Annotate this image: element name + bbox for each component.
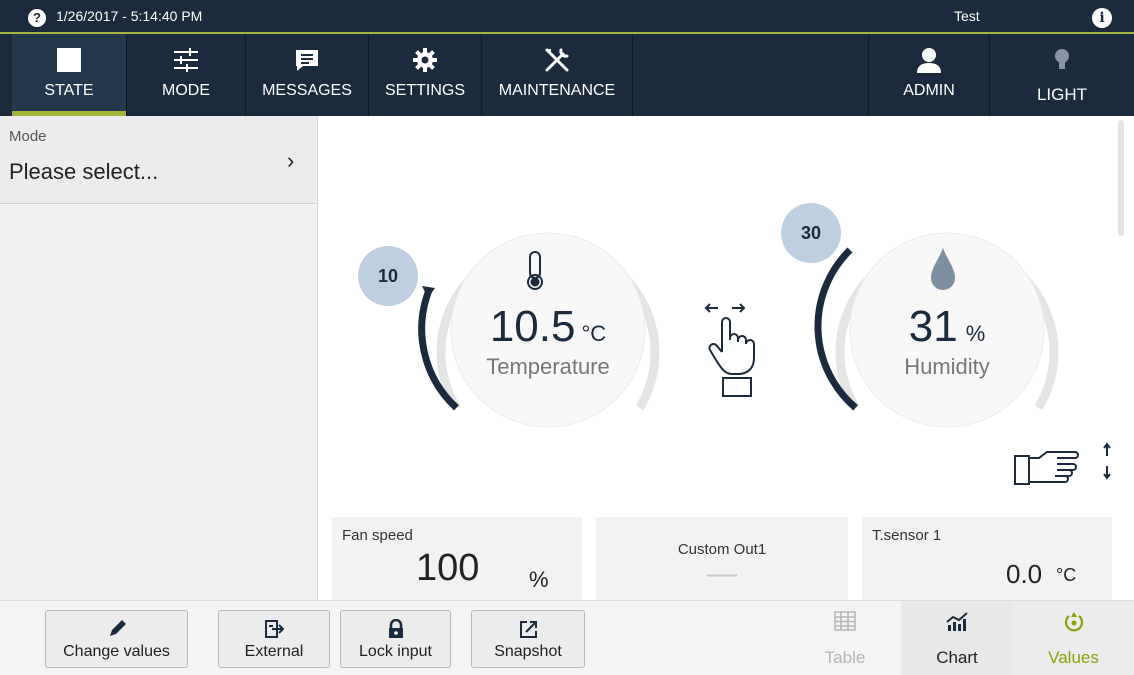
nav-mode[interactable]: MODE	[127, 34, 245, 116]
tile-fan-speed[interactable]: Fan speed 100 %	[332, 517, 582, 600]
nav-divider	[632, 34, 633, 116]
tile-tsensor-1[interactable]: T.sensor 1 0.0 °C	[862, 517, 1112, 600]
chevron-right-icon: ›	[287, 148, 295, 173]
nav-label: LIGHT	[1036, 85, 1088, 104]
nav-label: ADMIN	[903, 82, 955, 99]
nav-label: MAINTENANCE	[498, 82, 616, 99]
nav-label: SETTINGS	[384, 82, 465, 99]
tile-custom-out1[interactable]: Custom Out1 —	[596, 517, 848, 600]
nav-label: MESSAGES	[262, 82, 352, 99]
nav-maintenance[interactable]: MAINTENANCE	[482, 34, 632, 116]
nav-admin[interactable]: ADMIN	[869, 34, 989, 116]
nav-settings[interactable]: SETTINGS	[369, 34, 481, 116]
status-bar: ? 1/26/2017 - 5:14:40 PM Test i	[0, 0, 1134, 34]
nav-state[interactable]: STATE	[12, 34, 126, 116]
mode-value: Please select...	[9, 159, 159, 184]
humidity-value: 31	[908, 302, 958, 351]
tab-values[interactable]: Values	[1013, 601, 1134, 675]
tile-unit: %	[529, 567, 549, 592]
external-icon	[219, 619, 329, 639]
humidity-setpoint-badge[interactable]: 30	[781, 203, 841, 263]
sliders-icon	[127, 46, 245, 74]
tools-icon	[482, 46, 632, 74]
button-label: Lock input	[359, 643, 432, 660]
swipe-horizontal-icon	[704, 303, 755, 397]
humidity-unit: %	[965, 321, 986, 346]
button-label: External	[244, 643, 304, 660]
change-values-button[interactable]: Change values	[45, 610, 188, 668]
tile-caption: Custom Out1	[677, 541, 767, 558]
mode-selector[interactable]: Mode Please select... ›	[0, 116, 317, 204]
bottom-toolbar: Change values External Lock input Snapsh…	[0, 600, 1134, 675]
lock-input-button[interactable]: Lock input	[340, 610, 451, 668]
pencil-icon	[46, 619, 187, 639]
button-label: Change values	[63, 643, 170, 660]
nav-light[interactable]: LIGHT	[990, 34, 1134, 116]
temperature-label: Temperature	[486, 354, 610, 379]
gear-icon	[369, 46, 481, 74]
info-icon[interactable]: i	[1092, 8, 1112, 28]
swipe-vertical-icon	[1014, 442, 1111, 485]
external-button[interactable]: External	[218, 610, 330, 668]
square-icon	[12, 46, 126, 74]
temperature-setpoint-badge[interactable]: 10	[358, 246, 418, 306]
status-datetime: 1/26/2017 - 5:14:40 PM	[56, 8, 203, 24]
main-nav: STATE MODE MESSAGES SETTINGS MAINTENANCE…	[0, 34, 1134, 116]
temperature-unit: °C	[581, 321, 607, 346]
nav-label: MODE	[162, 82, 210, 99]
temperature-value: 10.5	[489, 302, 576, 351]
tab-label: Values	[1048, 648, 1099, 667]
tile-value: —	[707, 557, 737, 590]
bulb-icon	[990, 46, 1134, 74]
nav-label: STATE	[44, 82, 94, 99]
tile-value: 0.0	[1006, 559, 1043, 589]
tab-label: Chart	[936, 648, 978, 667]
tile-unit: °C	[1056, 565, 1077, 585]
table-icon	[789, 611, 901, 633]
user-icon	[869, 46, 989, 74]
values-icon	[1013, 611, 1134, 633]
tile-caption: Fan speed	[342, 527, 413, 544]
humidity-label: Humidity	[904, 354, 990, 379]
humidity-readout: 31% Humidity	[837, 302, 1057, 380]
message-icon	[246, 46, 368, 74]
snapshot-icon	[472, 619, 584, 639]
button-label: Snapshot	[494, 643, 562, 660]
tab-chart[interactable]: Chart	[901, 601, 1013, 675]
mode-caption: Mode	[9, 128, 47, 145]
tab-label: Table	[824, 648, 866, 667]
tab-table[interactable]: Table	[789, 601, 901, 675]
help-icon[interactable]: ?	[28, 9, 46, 27]
lock-icon	[341, 619, 450, 639]
tile-value: 100	[416, 547, 480, 589]
snapshot-button[interactable]: Snapshot	[471, 610, 585, 668]
chart-icon	[901, 611, 1013, 633]
temperature-readout: 10.5 °C Temperature	[438, 302, 658, 380]
left-panel: Mode Please select... ›	[0, 116, 318, 600]
status-user: Test	[954, 8, 980, 24]
nav-messages[interactable]: MESSAGES	[246, 34, 368, 116]
tile-caption: T.sensor 1	[872, 527, 942, 544]
